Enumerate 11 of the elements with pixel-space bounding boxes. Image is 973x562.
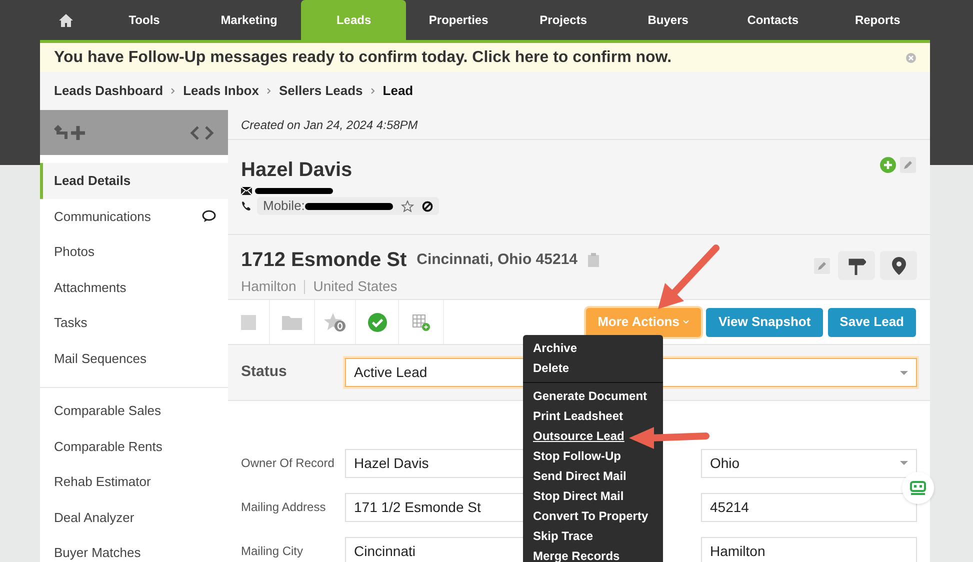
country-text: United States bbox=[313, 277, 398, 296]
county-text: Hamilton bbox=[241, 277, 296, 296]
created-date: Created on Jan 24, 2024 4:58PM bbox=[241, 116, 418, 134]
field-label: Owner Of Record bbox=[241, 455, 336, 472]
field-label: Mailing Address bbox=[241, 499, 327, 516]
lead-name: Hazel Davis bbox=[241, 158, 352, 183]
phone-label: Mobile: bbox=[263, 197, 305, 216]
city-state-zip: Cincinnati, Ohio 45214 bbox=[416, 250, 578, 270]
status-label: Status bbox=[241, 362, 288, 382]
field-label: Mailing City bbox=[241, 543, 304, 560]
street-address: 1712 Esmonde St bbox=[241, 248, 407, 273]
